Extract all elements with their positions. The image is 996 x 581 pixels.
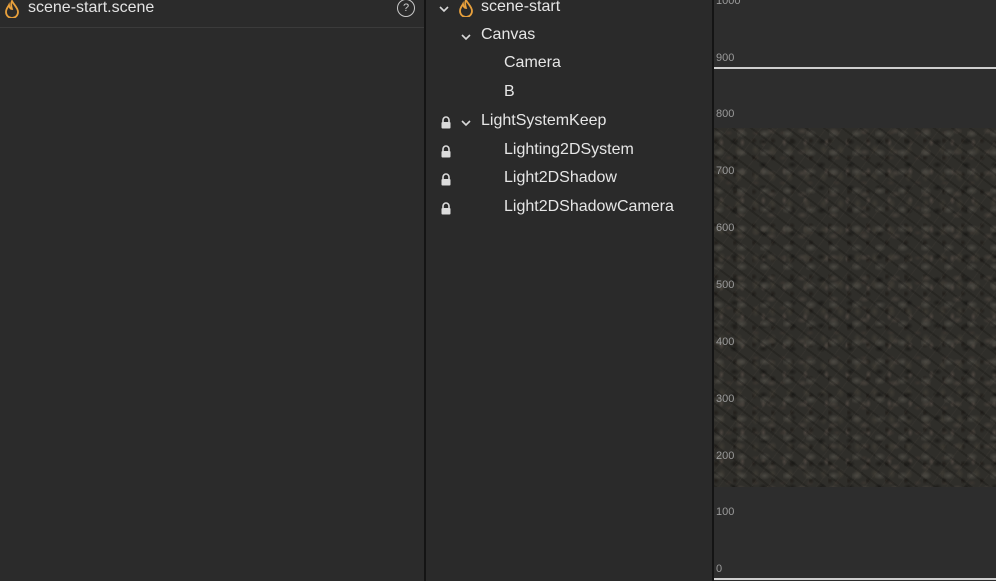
tree-node-label: Lighting2DSystem	[504, 141, 634, 158]
ruler-label: 200	[716, 450, 735, 462]
lock-icon[interactable]	[440, 173, 452, 186]
ruler-label: 600	[716, 222, 735, 234]
scene-file-title: scene-start.scene	[28, 0, 155, 16]
ruler-label: 400	[716, 336, 735, 348]
tree-node-camera[interactable]: Camera	[426, 50, 712, 78]
chevron-down-icon[interactable]	[460, 31, 472, 43]
scene-icon	[459, 0, 473, 17]
tree-node-label: LightSystemKeep	[481, 112, 607, 129]
tree-node-lighting2dsystem[interactable]: Lighting2DSystem	[426, 137, 712, 165]
scene-viewport[interactable]: 1000 900 800 700 600 500 400 300 200 100…	[714, 0, 996, 581]
tree-node-label: Light2DShadow	[504, 169, 617, 186]
tree-node-b[interactable]: B	[426, 79, 712, 107]
tree-node-label: scene-start	[481, 0, 561, 15]
lock-icon[interactable]	[440, 202, 452, 215]
inspector-panel: scene-start.scene ?	[0, 0, 424, 581]
lock-icon[interactable]	[440, 145, 452, 158]
ruler-label: 800	[716, 108, 735, 120]
tree-node-light2dshadow[interactable]: Light2DShadow	[426, 165, 712, 193]
ruler-label: 1000	[716, 0, 741, 7]
ruler-label: 500	[716, 279, 735, 291]
stone-texture-shading	[714, 128, 996, 487]
chevron-down-icon[interactable]	[438, 3, 450, 15]
ruler-label: 300	[716, 393, 735, 405]
help-icon[interactable]: ?	[397, 0, 415, 17]
canvas-bottom-boundary-line	[714, 578, 996, 580]
canvas-top-boundary-line	[714, 67, 996, 69]
tree-node-label: B	[504, 83, 515, 100]
hierarchy-panel: scene-start Canvas Camera B LightSystemK…	[426, 0, 712, 581]
ruler-label: 0	[716, 563, 723, 575]
tree-node-scene-start[interactable]: scene-start	[426, 0, 712, 22]
ruler-label: 100	[716, 506, 735, 518]
tree-node-light2dshadowcamera[interactable]: Light2DShadowCamera	[426, 194, 712, 222]
tree-node-label: Canvas	[481, 26, 536, 43]
tree-node-canvas[interactable]: Canvas	[426, 22, 712, 50]
lock-icon[interactable]	[440, 116, 452, 129]
inspector-header: scene-start.scene ?	[0, 0, 424, 28]
scene-icon	[5, 0, 19, 18]
tree-node-lightsystemkeep[interactable]: LightSystemKeep	[426, 108, 712, 136]
ruler-label: 700	[716, 165, 735, 177]
tree-node-label: Light2DShadowCamera	[504, 198, 674, 215]
ruler-label: 900	[716, 52, 735, 64]
chevron-down-icon[interactable]	[460, 117, 472, 129]
tree-node-label: Camera	[504, 54, 561, 71]
